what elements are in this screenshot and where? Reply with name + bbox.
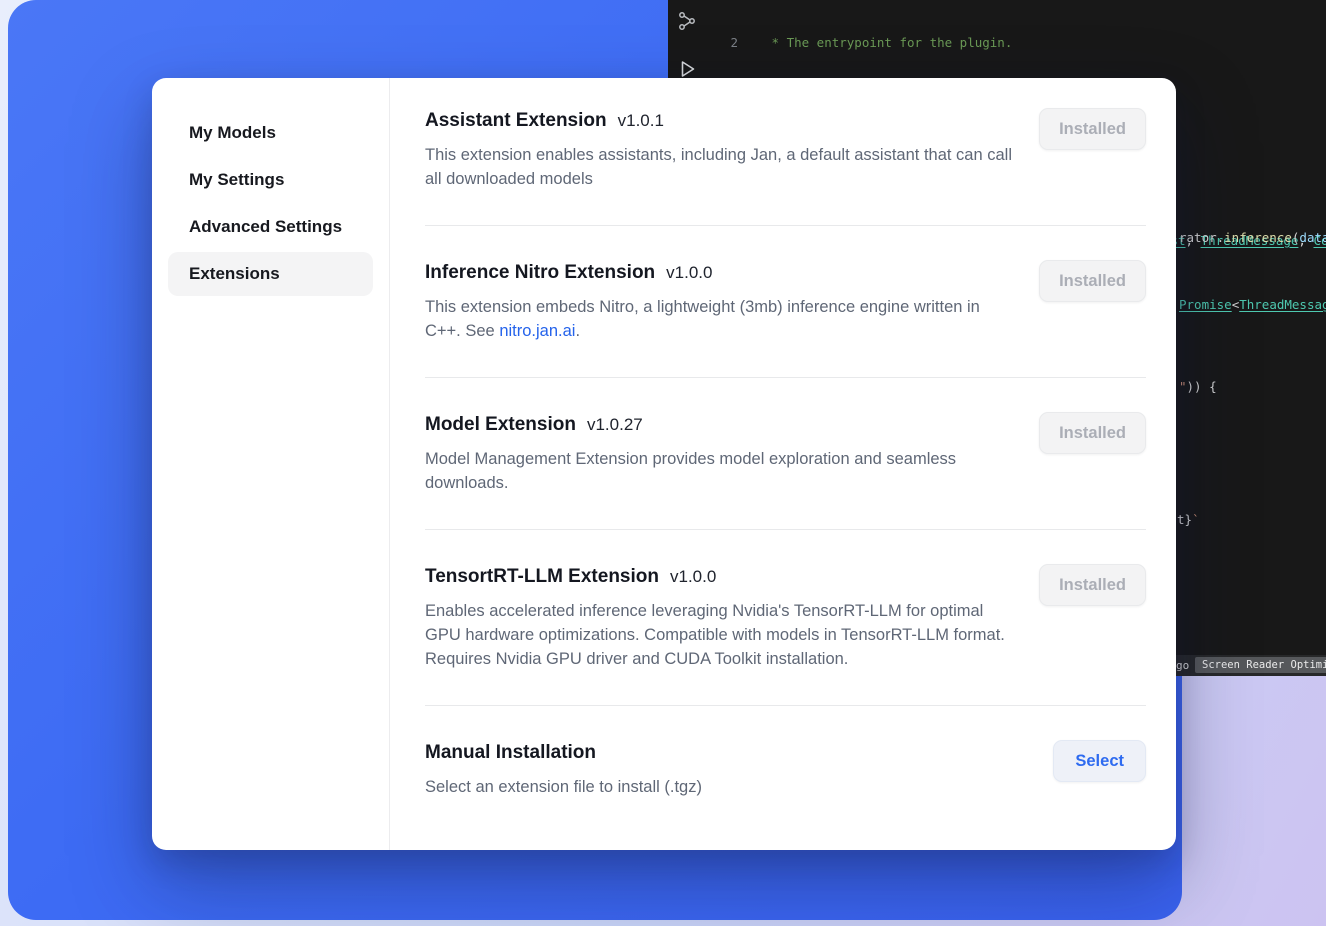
code-fragment: rator.inference(data)); <box>1179 230 1326 247</box>
divider <box>425 377 1146 378</box>
screen-reader-chip[interactable]: Screen Reader Optimize <box>1195 657 1326 673</box>
extension-description: Enables accelerated inference leveraging… <box>425 599 1013 671</box>
code-fragment: Promise<ThreadMessage> <box>1179 297 1326 314</box>
extension-title: Inference Nitro Extension <box>425 260 655 286</box>
extension-row-tensorrt-llm: TensortRT-LLM Extension v1.0.0 Enables a… <box>425 564 1146 671</box>
extension-version: v1.0.1 <box>618 108 664 134</box>
settings-sidebar: My Models My Settings Advanced Settings … <box>152 78 390 850</box>
extension-row-model: Model Extension v1.0.27 Model Management… <box>425 412 1146 495</box>
installed-button[interactable]: Installed <box>1039 260 1146 302</box>
divider <box>425 529 1146 530</box>
divider <box>425 225 1146 226</box>
code-fragment: ")) { <box>1179 379 1217 396</box>
nitro-jan-ai-link[interactable]: nitro.jan.ai <box>499 322 575 340</box>
extension-version: v1.0.27 <box>587 412 643 438</box>
installed-button[interactable]: Installed <box>1039 564 1146 606</box>
sidebar-item-my-settings[interactable]: My Settings <box>168 158 373 202</box>
extension-version: v1.0.0 <box>666 260 712 286</box>
extension-description: This extension enables assistants, inclu… <box>425 143 1013 191</box>
installed-button[interactable]: Installed <box>1039 412 1146 454</box>
extension-title: TensortRT-LLM Extension <box>425 564 659 590</box>
extension-version: v1.0.0 <box>670 564 716 590</box>
status-text: go <box>1176 658 1189 675</box>
extension-row-assistant: Assistant Extension v1.0.1 This extensio… <box>425 108 1146 191</box>
extension-description: Model Management Extension provides mode… <box>425 447 1013 495</box>
extension-title: Assistant Extension <box>425 108 607 134</box>
line-number: 2 <box>668 35 738 52</box>
select-button[interactable]: Select <box>1053 740 1146 782</box>
code-line: 2 * The entrypoint for the plugin. <box>668 35 1326 52</box>
sidebar-item-extensions[interactable]: Extensions <box>168 252 373 296</box>
divider <box>425 705 1146 706</box>
extension-description: This extension embeds Nitro, a lightweig… <box>425 295 1013 343</box>
extensions-panel: Assistant Extension v1.0.1 This extensio… <box>390 78 1176 850</box>
sidebar-item-advanced-settings[interactable]: Advanced Settings <box>168 205 373 249</box>
description-text: . <box>575 322 580 340</box>
sidebar-item-my-models[interactable]: My Models <box>168 111 373 155</box>
code-fragment: t}` <box>1177 512 1200 529</box>
extension-row-inference-nitro: Inference Nitro Extension v1.0.0 This ex… <box>425 260 1146 343</box>
manual-installation-row: Manual Installation Select an extension … <box>425 740 1146 799</box>
code-comment: * The entrypoint for the plugin. <box>764 35 1012 50</box>
installed-button[interactable]: Installed <box>1039 108 1146 150</box>
manual-installation-title: Manual Installation <box>425 740 596 766</box>
manual-installation-description: Select an extension file to install (.tg… <box>425 775 702 799</box>
extension-title: Model Extension <box>425 412 576 438</box>
page: 2 * The entrypoint for the plugin. 3 */ … <box>0 0 1326 926</box>
settings-modal: My Models My Settings Advanced Settings … <box>152 78 1176 850</box>
